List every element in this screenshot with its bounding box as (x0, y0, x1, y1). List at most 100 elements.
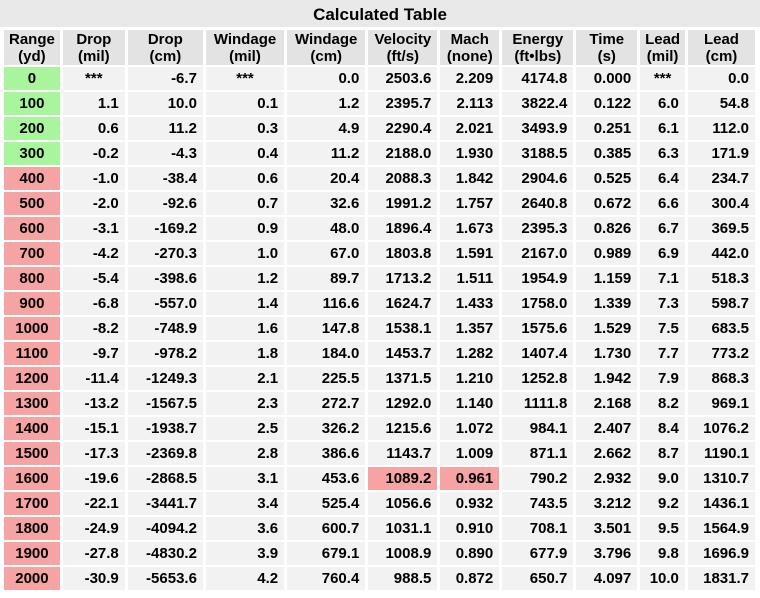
range-cell: 400 (4, 167, 60, 190)
column-header[interactable]: Lead (mil) (640, 30, 685, 65)
table-cell: 2.1 (205, 367, 285, 390)
column-header-unit: (mil) (646, 47, 679, 65)
table-cell: 0.910 (440, 517, 500, 540)
range-cell: 1700 (4, 492, 60, 515)
table-cell: 1436.1 (687, 492, 755, 515)
column-header[interactable]: Windage (mil) (205, 30, 285, 65)
table-cell: 369.5 (687, 217, 755, 240)
table-cell: 708.1 (502, 517, 574, 540)
column-header[interactable]: Energy (ft•lbs) (502, 30, 574, 65)
table-cell: 3.501 (576, 517, 638, 540)
column-header[interactable]: Drop (cm) (127, 30, 203, 65)
table-cell: 6.0 (640, 92, 685, 115)
table-cell: 650.7 (502, 567, 574, 590)
table-cell: 9.5 (640, 517, 685, 540)
table-cell: 1252.8 (502, 367, 574, 390)
table-cell: 1008.9 (368, 542, 438, 565)
table-cell: 1696.9 (687, 542, 755, 565)
column-header-unit: (ft/s) (386, 47, 420, 65)
column-header[interactable]: Range (yd) (4, 30, 60, 65)
table-cell: 1.8 (205, 342, 285, 365)
table-cell: 969.1 (687, 392, 755, 415)
table-cell: 3493.9 (502, 117, 574, 140)
table-cell: 1896.4 (368, 217, 438, 240)
table-row: 2000 -30.9 -5653.6 4.2 760.4 988.5 0.872 650.7 4… (4, 567, 755, 590)
column-header-unit: (none) (446, 47, 493, 65)
table-cell: 225.5 (287, 367, 366, 390)
table-cell: -38.4 (127, 167, 203, 190)
table-cell: 4.9 (287, 117, 366, 140)
column-header[interactable]: Time (s) (576, 30, 638, 65)
table-cell: 67.0 (287, 242, 366, 265)
table-row: 1500 -17.3 -2369.8 2.8 386.6 1143.7 1.009 871.1… (4, 442, 755, 465)
table-cell: 326.2 (287, 417, 366, 440)
column-header[interactable]: Velocity (ft/s) (368, 30, 438, 65)
range-cell: 1500 (4, 442, 60, 465)
table-row: 1200 -11.4 -1249.3 2.1 225.5 1371.5 1.210 1252.… (4, 367, 755, 390)
range-cell: 200 (4, 117, 60, 140)
table-body: 0 *** -6.7 *** 0.0 2503.6 2.209 4174.8 0.000 *** 0… (4, 67, 755, 590)
table-cell: 0.000 (576, 67, 638, 90)
table-cell: 1.2 (287, 92, 366, 115)
table-cell: 1292.0 (368, 392, 438, 415)
table-cell: 1.591 (440, 242, 500, 265)
table-cell: 1.511 (440, 267, 500, 290)
table-cell: -4830.2 (127, 542, 203, 565)
range-cell: 1600 (4, 467, 60, 490)
table-cell: -19.6 (62, 467, 125, 490)
table-cell: 20.4 (287, 167, 366, 190)
range-cell: 800 (4, 267, 60, 290)
table-cell: 1954.9 (502, 267, 574, 290)
table-cell: 147.8 (287, 317, 366, 340)
column-header[interactable]: Mach (none) (440, 30, 500, 65)
table-cell: 6.7 (640, 217, 685, 240)
column-header[interactable]: Windage (cm) (287, 30, 366, 65)
table-cell: 2.8 (205, 442, 285, 465)
range-cell: 900 (4, 292, 60, 315)
table-cell: 0.672 (576, 192, 638, 215)
column-header[interactable]: Drop (mil) (62, 30, 125, 65)
column-header-unit: (cm) (310, 47, 343, 65)
table-cell: 234.7 (687, 167, 755, 190)
table-row: 300 -0.2 -4.3 0.4 11.2 2188.0 1.930 3188.5 0.385… (4, 142, 755, 165)
table-cell: 1031.1 (368, 517, 438, 540)
table-cell: 2.662 (576, 442, 638, 465)
table-cell: 0.890 (440, 542, 500, 565)
table-cell: 1.529 (576, 317, 638, 340)
column-header-name: Lead (703, 30, 739, 48)
table-cell: -5.4 (62, 267, 125, 290)
table-cell: 0.9 (205, 217, 285, 240)
column-header[interactable]: Lead (cm) (687, 30, 755, 65)
table-cell: 3.4 (205, 492, 285, 515)
table-cell: -2369.8 (127, 442, 203, 465)
column-header-name: Range (9, 30, 55, 48)
table-cell: 6.3 (640, 142, 685, 165)
column-header-name: Time (589, 30, 625, 48)
table-cell: 1.282 (440, 342, 500, 365)
table-cell: 1.159 (576, 267, 638, 290)
table-cell: 4174.8 (502, 67, 574, 90)
table-cell: -5653.6 (127, 567, 203, 590)
table-row: 900 -6.8 -557.0 1.4 116.6 1624.7 1.433 1758.0 1.… (4, 292, 755, 315)
table-cell: 54.8 (687, 92, 755, 115)
table-cell: 1.339 (576, 292, 638, 315)
table-cell: 1803.8 (368, 242, 438, 265)
column-header-unit: (mil) (77, 47, 110, 65)
table-cell: 1624.7 (368, 292, 438, 315)
table-cell: 2.5 (205, 417, 285, 440)
column-header-name: Drop (76, 30, 112, 48)
table-cell: 8.7 (640, 442, 685, 465)
table-cell: -1249.3 (127, 367, 203, 390)
table-cell: 600.7 (287, 517, 366, 540)
table-cell: -13.2 (62, 392, 125, 415)
table-cell: 3188.5 (502, 142, 574, 165)
range-cell: 2000 (4, 567, 60, 590)
table-cell: 3.9 (205, 542, 285, 565)
table-cell: 1575.6 (502, 317, 574, 340)
table-cell: -1.0 (62, 167, 125, 190)
table-cell: 0.872 (440, 567, 500, 590)
range-cell: 1300 (4, 392, 60, 415)
subsonic-cell: 0.961 (440, 467, 500, 490)
table-cell: *** (640, 67, 685, 90)
table-row: 0 *** -6.7 *** 0.0 2503.6 2.209 4174.8 0.000 *** 0… (4, 67, 755, 90)
